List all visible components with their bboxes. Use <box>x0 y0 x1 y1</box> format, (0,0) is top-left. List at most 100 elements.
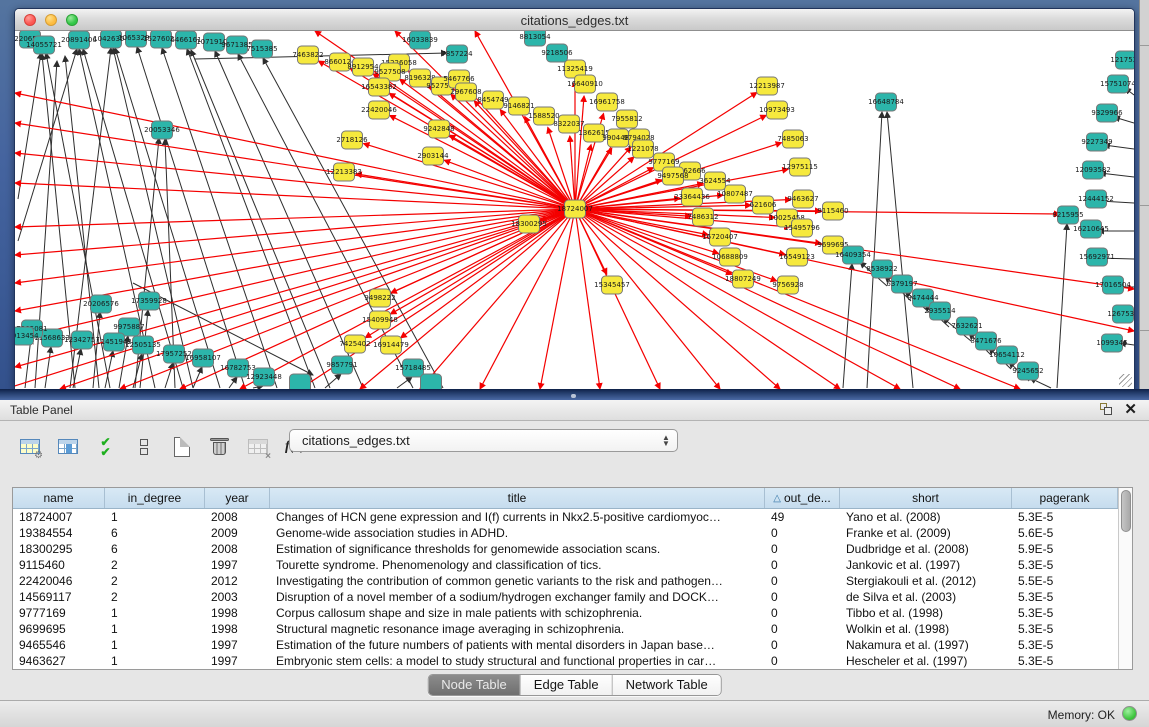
table-row[interactable]: 1872400712008Changes of HCN gene express… <box>13 509 1118 525</box>
select-columns-button[interactable]: ✔✔ <box>92 433 119 460</box>
table-cell[interactable]: Tourette syndrome. Phenomenology and cla… <box>270 557 765 573</box>
table-cell[interactable]: 0 <box>765 621 840 637</box>
table-cell[interactable]: 2003 <box>205 589 270 605</box>
table-cell[interactable]: Changes of HCN gene expression and I(f) … <box>270 509 765 525</box>
table-scrollbar[interactable] <box>1118 488 1132 669</box>
table-cell[interactable]: 0 <box>765 605 840 621</box>
table-row[interactable]: 1456911722003Disruption of a novel membe… <box>13 589 1118 605</box>
table-cell[interactable]: 6 <box>105 541 205 557</box>
graph-edge[interactable] <box>1057 224 1067 388</box>
table-settings-button[interactable]: ⚙ <box>16 433 43 460</box>
table-cell[interactable]: Yano et al. (2008) <box>840 509 1012 525</box>
table-cell[interactable]: 1997 <box>205 653 270 669</box>
table-cell[interactable]: Corpus callosum shape and size in male p… <box>270 605 765 621</box>
graph-edge[interactable] <box>843 264 852 388</box>
table-cell[interactable]: 2009 <box>205 525 270 541</box>
table-cell[interactable]: 0 <box>765 637 840 653</box>
table-cell[interactable]: 9777169 <box>13 605 105 621</box>
table-cell[interactable]: 2008 <box>205 541 270 557</box>
table-cell[interactable]: 2 <box>105 557 205 573</box>
table-cell[interactable]: 0 <box>765 653 840 669</box>
table-cell[interactable]: Hescheler et al. (1997) <box>840 653 1012 669</box>
column-header-pagerank[interactable]: pagerank <box>1012 488 1118 508</box>
table-cell[interactable]: 6 <box>105 525 205 541</box>
tab-network-table[interactable]: Network Table <box>613 675 721 695</box>
window-resize-grip[interactable] <box>1119 374 1132 387</box>
table-cell[interactable]: Tibbo et al. (1998) <box>840 605 1012 621</box>
graph-edge[interactable] <box>575 209 780 389</box>
toggle-rows-button[interactable] <box>130 433 157 460</box>
delete-rows-button[interactable] <box>206 433 233 460</box>
citation-network-graph[interactable]: 7463822866012489129541522605895275081654… <box>15 31 1134 389</box>
table-cell[interactable]: 1 <box>105 637 205 653</box>
table-row[interactable]: 946362711997Embryonic stem cells: a mode… <box>13 653 1118 669</box>
table-cell[interactable]: 2 <box>105 589 205 605</box>
table-cell[interactable]: Disruption of a novel member of a sodium… <box>270 589 765 605</box>
graph-edge[interactable] <box>887 112 913 388</box>
table-cell[interactable]: 2 <box>105 573 205 589</box>
graph-edge[interactable] <box>570 136 575 209</box>
table-row[interactable]: 969969511998Structural magnetic resonanc… <box>13 621 1118 637</box>
tab-node-table[interactable]: Node Table <box>428 675 521 695</box>
graph-edge[interactable] <box>15 153 575 209</box>
table-cell[interactable]: 49 <box>765 509 840 525</box>
table-cell[interactable]: 5.9E-5 <box>1012 541 1118 557</box>
table-cell[interactable]: 14569117 <box>13 589 105 605</box>
table-cell[interactable]: 5.3E-5 <box>1012 509 1118 525</box>
table-cell[interactable]: 9699695 <box>13 621 105 637</box>
delete-table-button[interactable]: × <box>244 433 271 460</box>
network-canvas[interactable]: 7463822866012489129541522605895275081654… <box>15 31 1134 389</box>
table-cell[interactable]: Dudbridge et al. (2008) <box>840 541 1012 557</box>
new-table-button[interactable] <box>168 433 195 460</box>
table-cell[interactable]: 5.3E-5 <box>1012 637 1118 653</box>
graph-edge[interactable] <box>15 209 575 283</box>
graph-edge[interactable] <box>15 209 575 255</box>
table-cell[interactable]: 19384554 <box>13 525 105 541</box>
graph-node[interactable] <box>290 374 311 389</box>
table-cell[interactable]: 0 <box>765 541 840 557</box>
table-cell[interactable]: Nakamura et al. (1997) <box>840 637 1012 653</box>
column-header-title[interactable]: title <box>270 488 765 508</box>
table-cell[interactable]: 1 <box>105 509 205 525</box>
graph-edge[interactable] <box>45 347 51 388</box>
table-cell[interactable]: 18724007 <box>13 509 105 525</box>
table-cell[interactable]: Jankovic et al. (1997) <box>840 557 1012 573</box>
table-row[interactable]: 977716911998Corpus callosum shape and si… <box>13 605 1118 621</box>
table-cell[interactable]: 0 <box>765 589 840 605</box>
table-cell[interactable]: 5.3E-5 <box>1012 605 1118 621</box>
table-cell[interactable]: 5.3E-5 <box>1012 621 1118 637</box>
table-cell[interactable]: 5.5E-5 <box>1012 573 1118 589</box>
table-cell[interactable]: Embryonic stem cells: a model to study s… <box>270 653 765 669</box>
column-header-in_degree[interactable]: in_degree <box>105 488 205 508</box>
table-cell[interactable]: 9115460 <box>13 557 105 573</box>
table-cell[interactable]: Estimation of the future numbers of pati… <box>270 637 765 653</box>
table-cell[interactable]: Stergiakouli et al. (2012) <box>840 573 1012 589</box>
close-panel-icon[interactable]: ✕ <box>1124 402 1137 417</box>
table-row[interactable]: 1830029562008Estimation of significance … <box>13 541 1118 557</box>
table-cell[interactable]: 22420046 <box>13 573 105 589</box>
table-cell[interactable]: 5.6E-5 <box>1012 525 1118 541</box>
network-window-titlebar[interactable]: citations_edges.txt <box>15 9 1134 31</box>
column-header-name[interactable]: name <box>13 488 105 508</box>
table-row[interactable]: 1938455462009Genome-wide association stu… <box>13 525 1118 541</box>
table-cell[interactable]: 2012 <box>205 573 270 589</box>
table-cell[interactable]: 1998 <box>205 621 270 637</box>
column-header-short[interactable]: short <box>840 488 1012 508</box>
table-cell[interactable]: 1997 <box>205 637 270 653</box>
table-cell[interactable]: 0 <box>765 525 840 541</box>
graph-edge[interactable] <box>165 363 173 388</box>
table-cell[interactable]: 1 <box>105 653 205 669</box>
graph-edge[interactable] <box>540 209 575 389</box>
divider-drag-handle[interactable] <box>571 394 576 398</box>
table-cell[interactable]: 5.3E-5 <box>1012 589 1118 605</box>
scrollbar-thumb[interactable] <box>1121 490 1131 532</box>
table-cell[interactable]: 2008 <box>205 509 270 525</box>
table-row[interactable]: 946554611997Estimation of the future num… <box>13 637 1118 653</box>
float-panel-icon[interactable] <box>1099 402 1114 417</box>
table-row[interactable]: 911546021997Tourette syndrome. Phenomeno… <box>13 557 1118 573</box>
column-header-year[interactable]: year <box>205 488 270 508</box>
graph-edge[interactable] <box>229 377 237 388</box>
table-cell[interactable]: 0 <box>765 557 840 573</box>
table-cell[interactable]: Wolkin et al. (1998) <box>840 621 1012 637</box>
table-cell[interactable]: Estimation of significance thresholds fo… <box>270 541 765 557</box>
